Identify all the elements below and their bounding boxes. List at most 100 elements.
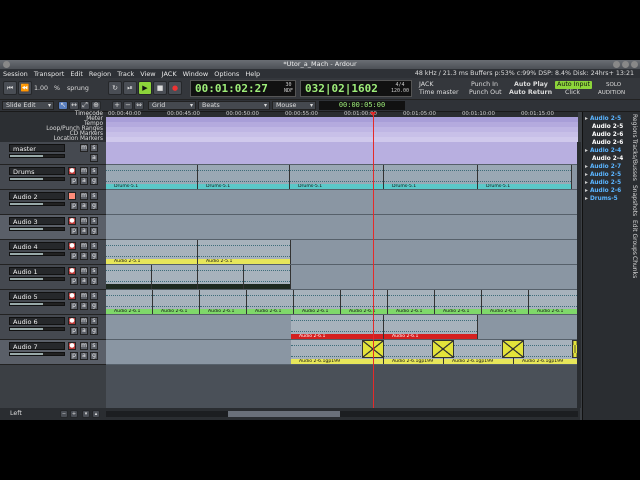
track-name[interactable]: master <box>9 144 65 153</box>
menu-transport[interactable]: Transport <box>31 70 68 78</box>
track-name[interactable]: Audio 5 <box>9 292 65 301</box>
track-name[interactable]: Audio 2 <box>9 192 65 201</box>
loop-icon[interactable]: ↻ <box>108 81 122 95</box>
auto-return-button[interactable]: Auto Return <box>509 89 552 97</box>
solo-indicator[interactable]: SOLO <box>606 81 621 89</box>
record-icon[interactable]: ● <box>168 81 182 95</box>
track-name[interactable]: Drums <box>9 167 65 176</box>
gain-fader[interactable] <box>9 154 65 158</box>
horizontal-scrollbar[interactable] <box>106 411 578 417</box>
region-list-item[interactable]: Audio 2-7 <box>583 163 627 171</box>
solo-button[interactable]: s <box>90 217 98 225</box>
playhead[interactable] <box>370 112 376 412</box>
region-audio-5[interactable]: Audio 2-6.1 <box>435 290 482 314</box>
track-lane-audio-1[interactable] <box>106 265 578 290</box>
region-list-item[interactable]: Audio 2-5 <box>583 123 627 131</box>
region-audio-5[interactable]: Audio 2-6.1 <box>529 290 578 314</box>
record-arm-button[interactable]: ● <box>68 167 76 175</box>
gain-fader[interactable] <box>9 227 65 231</box>
region-audio-6[interactable]: Audio 2-6.1 <box>291 315 384 339</box>
region-list-item[interactable]: Audio 2-6 <box>583 187 627 195</box>
track-lane-audio-3[interactable] <box>106 215 578 240</box>
mute-button[interactable]: m <box>80 192 88 200</box>
region-drums[interactable]: Drums-5.1 <box>198 165 290 189</box>
maximize-icon[interactable] <box>622 61 629 68</box>
track-header-audio-7[interactable]: Audio 7 ● m s p a g <box>0 340 106 365</box>
track-header-audio-5[interactable]: Audio 5 ● m s p a g <box>0 290 106 315</box>
auto-play-button[interactable]: Auto Play <box>514 81 548 89</box>
zoom-in-icon[interactable]: + <box>112 101 122 110</box>
play-icon[interactable]: ▶ <box>138 81 152 95</box>
menu-jack[interactable]: JACK <box>159 70 180 78</box>
region-list-item[interactable]: Audio 2-4 <box>583 147 627 155</box>
solo-button[interactable]: s <box>90 317 98 325</box>
record-arm-button[interactable] <box>68 192 76 200</box>
solo-button[interactable]: s <box>90 267 98 275</box>
track-lane-master[interactable] <box>106 142 578 165</box>
tab-tracks-busses[interactable]: Tracks/Busses <box>628 137 640 183</box>
track-header-master[interactable]: master m s a <box>0 142 106 165</box>
menu-edit[interactable]: Edit <box>67 70 86 78</box>
mute-button[interactable]: m <box>80 144 88 152</box>
region-drums[interactable]: Drums-5.1 <box>106 165 198 189</box>
summary-left-label[interactable]: Left <box>10 410 22 418</box>
gain-fader[interactable] <box>9 202 65 206</box>
mute-button[interactable]: m <box>80 242 88 250</box>
region-audio-6[interactable]: Audio 2-6.1 <box>384 315 478 339</box>
region-audio-4[interactable]: Audio 2-5.1 <box>106 240 198 264</box>
auto-input-button[interactable]: Auto Input <box>555 81 592 89</box>
region-list-item[interactable]: Drums-5 <box>583 195 627 203</box>
play-range-icon[interactable]: ⏯ <box>123 81 137 95</box>
minimize-icon[interactable] <box>613 61 620 68</box>
mute-button[interactable]: m <box>80 267 88 275</box>
automation-button[interactable]: a <box>90 154 98 162</box>
automation-button[interactable]: a <box>80 327 88 335</box>
solo-button[interactable]: s <box>90 144 98 152</box>
region-list-item[interactable]: Audio 2-5 <box>583 171 627 179</box>
close-icon[interactable] <box>631 61 638 68</box>
click-button[interactable]: Click <box>565 89 580 97</box>
group-button[interactable]: g <box>90 277 98 285</box>
group-button[interactable]: g <box>90 352 98 360</box>
vertical-scrollbar[interactable] <box>577 142 581 408</box>
audition-indicator[interactable]: AUDITION <box>598 89 625 97</box>
playlist-button[interactable]: p <box>70 277 78 285</box>
tab-snapshots[interactable]: Snapshots <box>628 183 640 218</box>
playlist-button[interactable]: p <box>70 352 78 360</box>
range-tool-icon[interactable]: ↔ <box>69 101 79 110</box>
region-drums[interactable]: Drums-5.1 <box>384 165 478 189</box>
record-arm-button[interactable]: ● <box>68 242 76 250</box>
region-list-item[interactable]: Audio 2-6 <box>583 131 627 139</box>
gain-tool-icon[interactable]: ⤢ <box>80 101 90 110</box>
shrink-tracks-icon[interactable]: ▾ <box>82 410 90 418</box>
track-header-drums[interactable]: Drums ● m s p a g <box>0 165 106 190</box>
tab-edit-groups[interactable]: Edit Groups <box>628 218 640 256</box>
track-lane-audio-2[interactable] <box>106 190 578 215</box>
zoom-out-icon[interactable]: − <box>123 101 133 110</box>
region-audio-5[interactable]: Audio 2-6.1 <box>482 290 529 314</box>
region-drums[interactable]: Drums-5.1 <box>478 165 572 189</box>
automation-button[interactable]: a <box>80 202 88 210</box>
region-audio-4[interactable]: Audio 2-5.1 <box>198 240 291 264</box>
mute-button[interactable]: m <box>80 317 88 325</box>
track-name[interactable]: Audio 7 <box>9 342 65 351</box>
region-audio-5[interactable]: Audio 2-6.1 <box>247 290 294 314</box>
menu-window[interactable]: Window <box>180 70 212 78</box>
gain-fader[interactable] <box>9 352 65 356</box>
group-button[interactable]: g <box>90 202 98 210</box>
menu-region[interactable]: Region <box>86 70 114 78</box>
record-arm-button[interactable]: ● <box>68 317 76 325</box>
sync-source[interactable]: JACK <box>419 81 433 89</box>
region-audio-5[interactable]: Audio 2-6.1 <box>200 290 247 314</box>
gain-fader[interactable] <box>9 177 65 181</box>
secondary-clock[interactable]: 032|02|1602 4/4 120.00 <box>300 80 412 97</box>
object-tool-icon[interactable]: ↖ <box>58 101 68 110</box>
track-lane-audio-6[interactable]: Audio 2-6.1 Audio 2-6.1 <box>106 315 578 340</box>
gain-fader[interactable] <box>9 302 65 306</box>
solo-button[interactable]: s <box>90 242 98 250</box>
track-name[interactable]: Audio 3 <box>9 217 65 226</box>
stop-icon[interactable]: ■ <box>153 81 167 95</box>
track-lane-drums[interactable]: Drums-5.1 Drums-5.1 Drums-5.1 Drums-5.1 … <box>106 165 578 190</box>
mute-button[interactable]: m <box>80 167 88 175</box>
track-header-audio-4[interactable]: Audio 4 ● m s p a g <box>0 240 106 265</box>
